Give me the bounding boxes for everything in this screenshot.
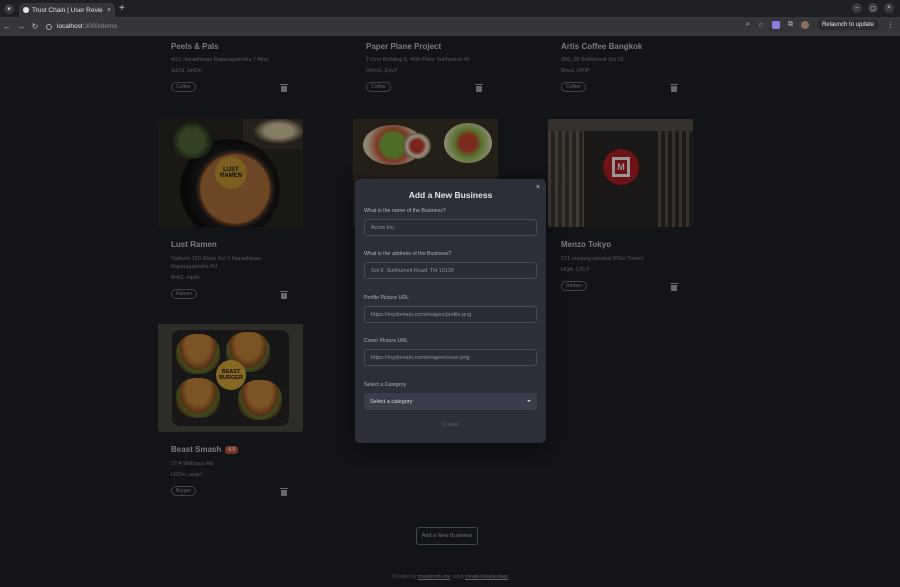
page-content: Peels & Pals 43/1 Naradhiwas Rajanagarin…: [0, 36, 900, 587]
extension-icon[interactable]: [771, 21, 780, 29]
maximize-icon[interactable]: ▢: [868, 3, 878, 13]
browser-tab[interactable]: Trust Chain | User Revie ×: [19, 3, 115, 17]
tab-title: Trust Chain | User Revie: [32, 6, 103, 14]
field-label: What is the name of the Business?: [364, 208, 446, 214]
address-bar: ← → ↻ localhost :3000/demo ⌕ ☆ ⧉ Relaunc…: [0, 17, 900, 36]
zoom-icon[interactable]: ⌕: [746, 21, 750, 29]
close-window-icon[interactable]: ×: [884, 3, 894, 13]
extensions-puzzle-icon[interactable]: ⧉: [788, 21, 793, 29]
profile-picture-input[interactable]: https://mydomain.com/images/profile.png: [364, 306, 537, 323]
business-address-field: What is the address of the Business? Soi…: [364, 251, 537, 279]
url-path: :3000/demo: [82, 23, 117, 30]
close-icon[interactable]: ×: [536, 184, 540, 191]
tab-close-icon[interactable]: ×: [107, 7, 111, 14]
field-label: Cover Picture URL: [364, 338, 409, 344]
cover-picture-input[interactable]: https://mydomain.com/images/cover.png: [364, 349, 537, 366]
back-icon[interactable]: ←: [0, 22, 14, 31]
business-name-field: What is the name of the Business? Acme I…: [364, 208, 537, 236]
tab-search-icon[interactable]: ▾: [4, 3, 14, 14]
field-label: What is the address of the Business?: [364, 251, 452, 257]
reload-icon[interactable]: ↻: [28, 22, 42, 31]
url-host: localhost: [57, 23, 83, 30]
minimize-icon[interactable]: –: [852, 3, 862, 13]
url-field[interactable]: localhost :3000/demo: [46, 20, 117, 34]
forward-icon[interactable]: →: [14, 22, 28, 31]
create-button[interactable]: Create: [355, 422, 546, 428]
business-address-input[interactable]: Soi 6. Sukhumvit Road. TH 10120: [364, 262, 537, 279]
new-tab-button[interactable]: +: [119, 3, 125, 14]
category-field: Select a Category Select a category: [364, 382, 537, 410]
relaunch-button[interactable]: Relaunch to update: [816, 20, 879, 30]
field-label: Select a Category: [364, 382, 407, 388]
site-info-icon[interactable]: [46, 23, 52, 30]
cover-picture-field: Cover Picture URL https://mydomain.com/i…: [364, 338, 537, 366]
profile-picture-field: Profile Picture URL https://mydomain.com…: [364, 295, 537, 323]
modal-title: Add a New Business: [408, 190, 493, 200]
field-label: Profile Picture URL: [364, 295, 410, 301]
bookmark-star-icon[interactable]: ☆: [758, 21, 764, 29]
chevron-down-icon: [527, 400, 531, 402]
profile-avatar[interactable]: [800, 21, 809, 29]
favicon-icon: [23, 7, 29, 13]
browser-tabbar: ▾ Trust Chain | User Revie × + – ▢ ×: [0, 0, 900, 17]
add-business-modal: × Add a New Business What is the name of…: [355, 179, 546, 443]
business-name-input[interactable]: Acme Inc.: [364, 219, 537, 236]
category-select[interactable]: Select a category: [364, 393, 537, 410]
menu-dots-icon[interactable]: ⋮: [887, 21, 894, 29]
